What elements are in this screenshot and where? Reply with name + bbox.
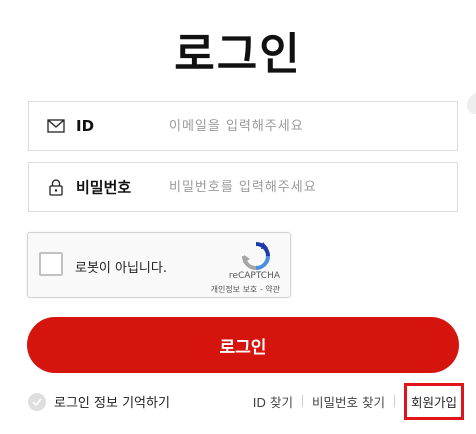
id-input[interactable]: [169, 102, 449, 150]
lock-icon: [47, 178, 65, 196]
login-button[interactable]: 로그인: [27, 317, 459, 373]
remember-login-toggle[interactable]: 로그인 정보 기억하기: [28, 392, 170, 411]
recaptcha-label: 로봇이 아닙니다.: [75, 261, 167, 276]
link-divider: [393, 395, 395, 407]
envelope-icon: [47, 117, 65, 135]
check-icon: [28, 392, 46, 411]
find-password-link[interactable]: 비밀번호 찾기: [312, 392, 385, 411]
decorative-leaf-icon: [466, 92, 476, 114]
account-links: ID 찾기 비밀번호 찾기 회원가입: [253, 382, 464, 420]
recaptcha-terms-link[interactable]: 개인정보 보호 - 약관: [211, 284, 280, 295]
id-field-row: ID: [28, 101, 458, 151]
recaptcha-widget: 로봇이 아닙니다. reCAPTCHA 개인정보 보호 - 약관: [27, 232, 291, 298]
password-field-row: 비밀번호: [28, 162, 458, 212]
recaptcha-brand: reCAPTCHA: [228, 271, 280, 281]
signup-link[interactable]: 회원가입: [403, 382, 464, 420]
password-input[interactable]: [169, 163, 449, 211]
remember-login-label: 로그인 정보 기억하기: [54, 396, 170, 411]
link-divider: [302, 395, 303, 407]
recaptcha-icon: [242, 242, 270, 270]
recaptcha-checkbox[interactable]: [39, 252, 63, 276]
id-label: ID: [76, 117, 95, 135]
page-title: 로그인: [174, 29, 302, 80]
password-label: 비밀번호: [76, 178, 132, 197]
find-id-link[interactable]: ID 찾기: [253, 392, 293, 411]
